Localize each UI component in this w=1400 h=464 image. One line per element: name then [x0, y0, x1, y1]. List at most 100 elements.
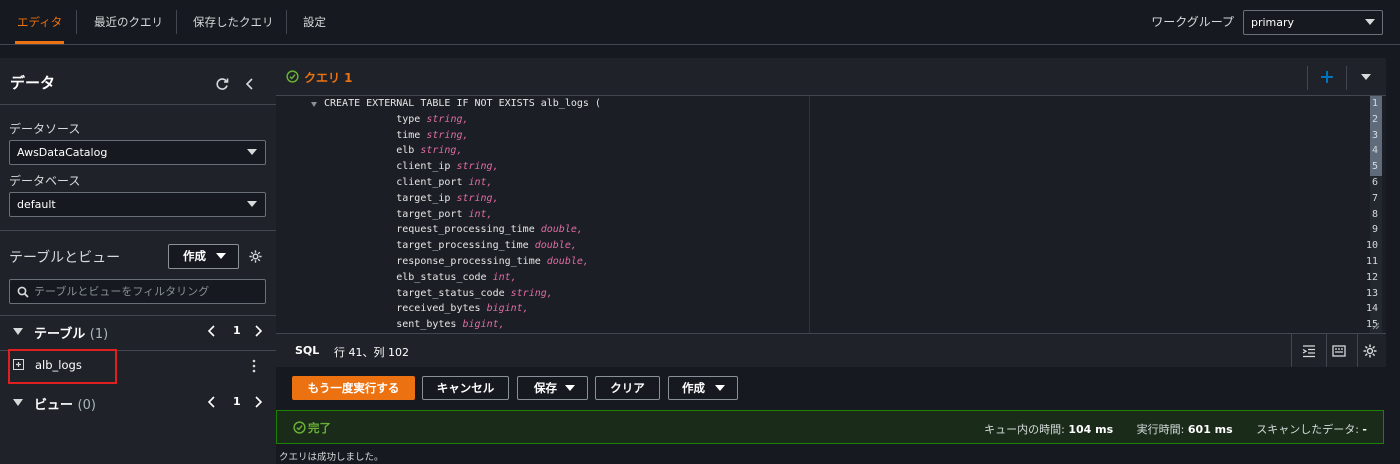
code-line: response_processing_time double, [324, 256, 589, 267]
caret-down-icon [715, 385, 725, 391]
code-type-keyword: int, [492, 271, 517, 283]
code-text: target_port [324, 208, 469, 220]
query-actions: もう一度実行する キャンセル 保存 クリア 作成 [276, 367, 1386, 409]
gear-icon[interactable] [248, 249, 263, 264]
expand-caret-icon[interactable] [13, 328, 23, 335]
status-text: 完了 [308, 421, 331, 435]
code-line: sent_bytes bigint, [324, 319, 504, 331]
caret-down-icon [216, 253, 226, 259]
tab-editor[interactable]: エディタ [14, 0, 65, 44]
filter-input[interactable] [34, 281, 259, 302]
divider [1357, 334, 1358, 368]
code-text: received_bytes [324, 303, 487, 315]
code-line: target_port int, [324, 208, 492, 220]
datasource-select[interactable]: AwsDataCatalog [9, 140, 266, 165]
next-page-icon[interactable] [253, 396, 263, 408]
tables-section-header[interactable]: テーブル (1) 1 [0, 317, 276, 347]
tab-saved-queries[interactable]: 保存したクエリ [193, 0, 274, 44]
code-text: elb [324, 145, 421, 157]
code-line: target_ip string, [324, 192, 498, 204]
datasource-label: データソース [9, 122, 81, 136]
add-query-icon[interactable] [1320, 70, 1334, 84]
tables-count: (1) [89, 327, 109, 342]
datasource-value: AwsDataCatalog [17, 146, 108, 159]
filter-search[interactable] [9, 279, 266, 304]
keyboard-icon[interactable] [1328, 340, 1350, 362]
check-circle-icon [293, 421, 306, 434]
divider [1326, 334, 1327, 368]
views-section-title: ビュー (0) [34, 398, 96, 413]
line-number: 4 [1371, 145, 1378, 157]
prev-page-icon[interactable] [207, 396, 217, 408]
search-icon [17, 286, 29, 298]
scanned-value: - [1362, 423, 1367, 436]
code-text: target_ip [324, 192, 457, 204]
tables-page-number: 1 [233, 324, 241, 337]
panel-title: データ [10, 74, 56, 92]
create-dropdown-button[interactable]: 作成 [168, 244, 239, 269]
code-editor[interactable]: 1 CREATE EXTERNAL TABLE IF NOT EXISTS alb… [276, 96, 1386, 333]
workgroup-label: ワークグループ [1151, 15, 1234, 29]
database-select[interactable]: default [9, 192, 266, 217]
tab-recent-queries[interactable]: 最近のクエリ [94, 0, 163, 44]
code-line: received_bytes bigint, [324, 303, 529, 315]
format-indent-icon[interactable] [1298, 340, 1320, 362]
code-line: type string, [324, 113, 469, 125]
cursor-position: 行 41、列 102 [334, 346, 409, 359]
line-number: 6 [1371, 177, 1378, 188]
tab-settings[interactable]: 設定 [303, 0, 326, 44]
collapse-panel-icon[interactable] [243, 76, 257, 92]
more-options-icon[interactable] [252, 359, 256, 373]
divider [0, 315, 276, 316]
line-number: 10 [1365, 240, 1378, 252]
tabs-menu-caret-icon[interactable] [1361, 74, 1371, 80]
line-number: 11 [1365, 256, 1378, 267]
views-pager: 1 [207, 392, 267, 412]
line-number: 7 [1371, 192, 1378, 204]
code-line: client_ip string, [324, 161, 499, 173]
views-count: (0) [77, 398, 96, 413]
divider [0, 230, 276, 231]
code-line: elb_status_code int, [324, 271, 517, 283]
code-line: time string, [324, 129, 469, 141]
tab-divider [76, 10, 77, 34]
resize-handle-icon[interactable] [1372, 322, 1380, 330]
caret-down-icon [1365, 19, 1375, 25]
code-text: request_processing_time [324, 224, 541, 236]
code-type-keyword: bigint, [486, 303, 529, 315]
code-type-keyword: string, [456, 161, 499, 173]
line-number: 14 [1365, 303, 1378, 315]
divider [0, 104, 276, 105]
rerun-button[interactable]: もう一度実行する [292, 376, 415, 400]
refresh-icon[interactable] [214, 76, 230, 92]
code-text: client_ip [324, 161, 457, 173]
save-dropdown-button[interactable]: 保存 [517, 376, 588, 400]
code-type-keyword: string, [426, 113, 469, 125]
code-type-keyword: string, [426, 129, 469, 141]
print-margin [809, 96, 810, 333]
divider [1307, 66, 1308, 90]
settings-gear-icon[interactable] [1359, 340, 1381, 362]
top-nav: エディタ 最近のクエリ 保存したクエリ 設定 ワークグループ primary [0, 0, 1400, 45]
fold-caret-icon[interactable] [311, 102, 317, 107]
next-page-icon[interactable] [253, 325, 263, 337]
views-section-header[interactable]: ビュー (0) 1 [0, 388, 276, 418]
code-line: client_port int, [324, 177, 493, 188]
prev-page-icon[interactable] [207, 325, 217, 337]
database-label: データベース [9, 174, 81, 188]
query-metrics: キュー内の時間: 104 ms 実行時間: 601 ms スキャンしたデータ: … [984, 421, 1367, 437]
expand-caret-icon[interactable] [13, 399, 23, 406]
line-number: 8 [1371, 208, 1378, 220]
cancel-button[interactable]: キャンセル [422, 376, 509, 400]
query-result-banner: 完了 キュー内の時間: 104 ms 実行時間: 601 ms スキャンしたデー… [276, 410, 1384, 444]
code-text: sent_bytes [324, 319, 463, 331]
code-line: CREATE EXTERNAL TABLE IF NOT EXISTS alb_… [324, 98, 601, 109]
code-type-keyword: double, [534, 240, 577, 252]
create-dropdown-button[interactable]: 作成 [668, 376, 738, 400]
queue-time-label: キュー内の時間: [984, 423, 1065, 436]
code-type-keyword: int, [468, 177, 493, 188]
workgroup-value: primary [1251, 16, 1295, 29]
scanned-label: スキャンしたデータ: [1256, 423, 1359, 436]
clear-button[interactable]: クリア [595, 376, 660, 400]
workgroup-select[interactable]: primary [1243, 10, 1383, 35]
